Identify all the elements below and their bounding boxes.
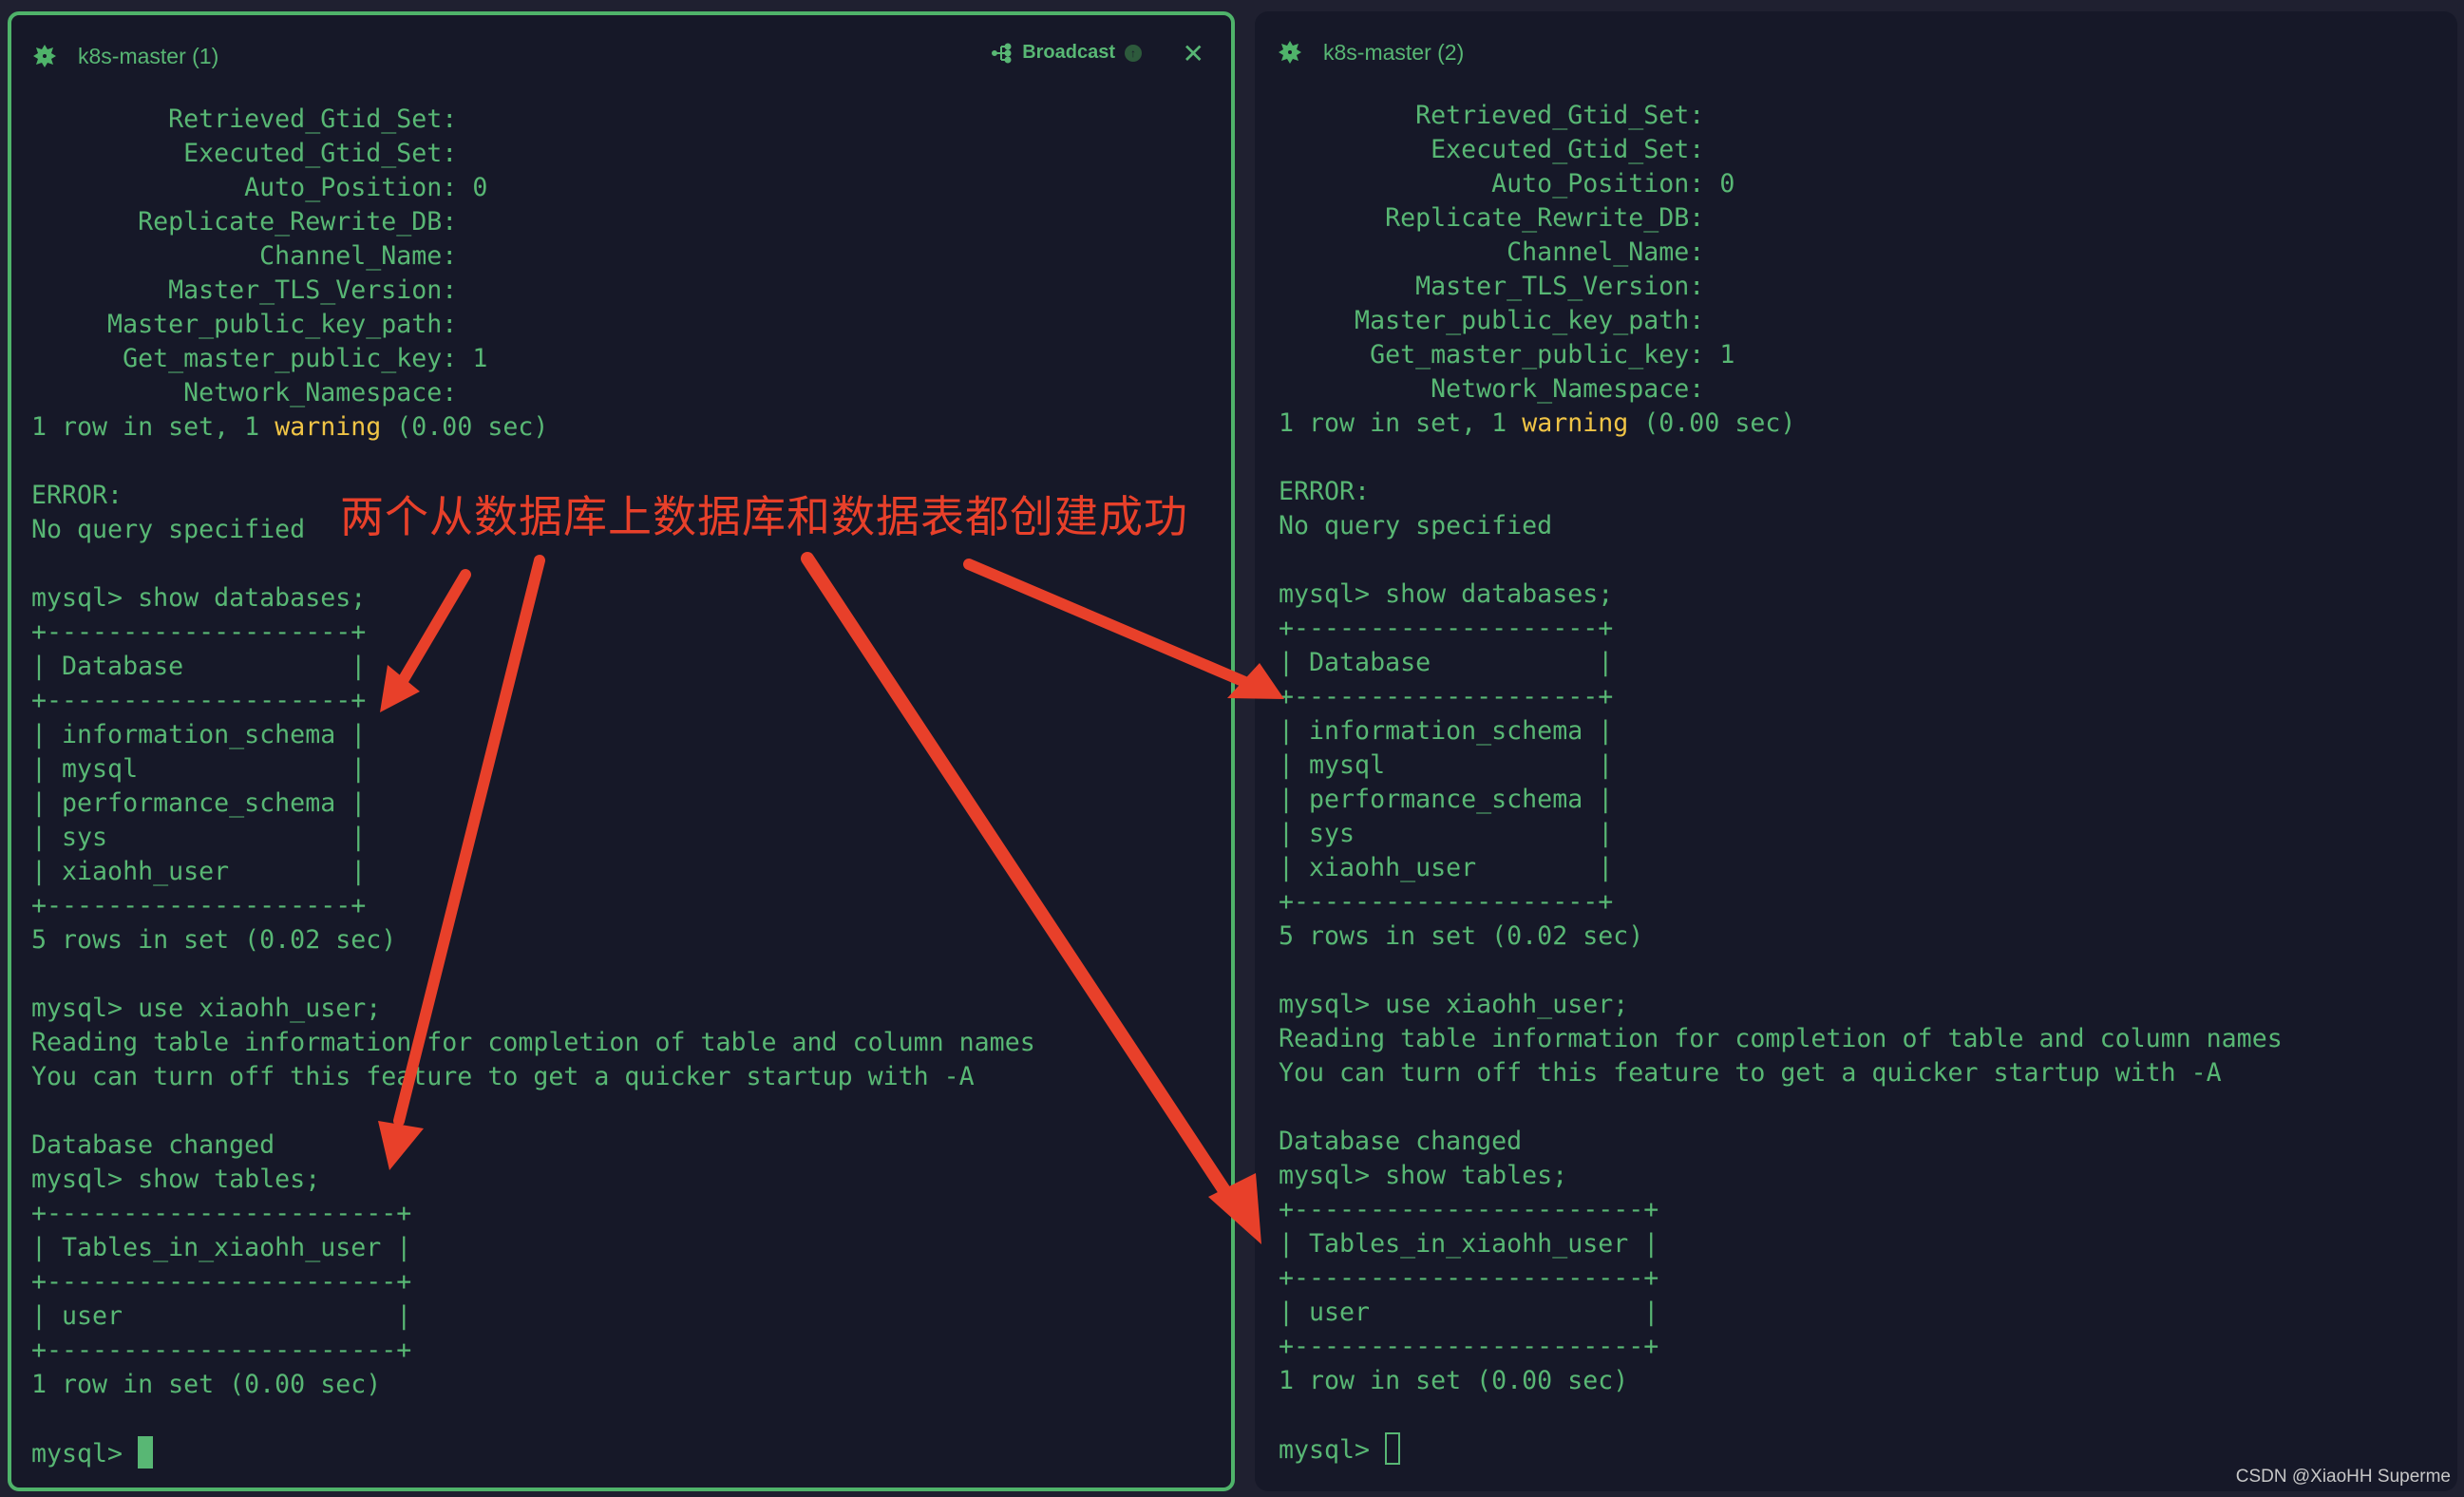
- terminal-line: Master_TLS_Version:: [1279, 272, 1705, 301]
- terminal-line: Auto_Position: 0: [1279, 169, 1735, 199]
- terminal-line: | sys |: [31, 823, 367, 852]
- warning-text: warning: [275, 412, 382, 442]
- terminal-line: +--------------------+: [31, 891, 367, 920]
- terminal-line: No query specified: [1279, 511, 1553, 540]
- terminal-line: +-----------------------+: [1279, 1332, 1659, 1361]
- terminal-line: Master_public_key_path:: [1279, 306, 1705, 335]
- broadcast-label: Broadcast: [1022, 42, 1115, 63]
- terminal-line: | Tables_in_xiaohh_user |: [1279, 1229, 1659, 1259]
- terminal-line: | information_schema |: [31, 720, 367, 749]
- terminal-line: 1 row in set, 1 warning (0.00 sec): [1279, 408, 1796, 438]
- terminal-line: mysql> show tables;: [1279, 1161, 1568, 1190]
- terminal-line: Get_master_public_key: 1: [1279, 340, 1735, 370]
- terminal-line: mysql> show databases;: [31, 583, 367, 613]
- terminal-line: | Tables_in_xiaohh_user |: [31, 1233, 412, 1262]
- terminal-cursor: [138, 1436, 154, 1469]
- terminal-line: Master_public_key_path:: [31, 310, 458, 339]
- terminal-line: Database changed: [31, 1130, 275, 1160]
- terminal-line: ERROR:: [1279, 477, 1371, 506]
- terminal-line: Executed_Gtid_Set:: [1279, 135, 1705, 164]
- terminal-line: You can turn off this feature to get a q…: [1279, 1058, 2222, 1088]
- watermark: CSDN @XiaoHH Superme: [2235, 1467, 2451, 1487]
- terminal-line: | performance_schema |: [31, 788, 367, 818]
- terminal-line: +--------------------+: [31, 617, 367, 647]
- terminal-line: Retrieved_Gtid_Set:: [1279, 101, 1705, 130]
- terminal-line: +-----------------------+: [1279, 1263, 1659, 1293]
- terminal-line: | mysql |: [1279, 750, 1614, 780]
- terminal-line: 1 row in set (0.00 sec): [1279, 1366, 1629, 1395]
- terminal-line: mysql>: [31, 1436, 1035, 1471]
- terminal-line: +-----------------------+: [31, 1267, 412, 1297]
- gear-icon: [33, 45, 56, 67]
- pane-title: k8s-master (2): [1323, 40, 1465, 65]
- terminal-line: | mysql |: [31, 754, 367, 784]
- terminal-line: +-----------------------+: [31, 1199, 412, 1228]
- terminal-line: | user |: [1279, 1298, 1659, 1327]
- terminal-line: Executed_Gtid_Set:: [31, 139, 458, 168]
- terminal-line: Network_Namespace:: [31, 378, 458, 407]
- terminal-line: Database changed: [1279, 1127, 1523, 1156]
- terminal-line: +--------------------+: [31, 686, 367, 715]
- terminal-line: Channel_Name:: [1279, 237, 1705, 267]
- terminal-line: 5 rows in set (0.02 sec): [31, 925, 397, 955]
- terminal-line: Master_TLS_Version:: [31, 275, 458, 305]
- terminal-line: +--------------------+: [1279, 682, 1614, 711]
- terminal-line: Reading table information for completion…: [31, 1028, 1035, 1057]
- terminal-line: | user |: [31, 1301, 412, 1331]
- gear-icon: [1279, 41, 1301, 64]
- terminal-line: mysql> show databases;: [1279, 579, 1614, 609]
- terminal-line: mysql> show tables;: [31, 1165, 321, 1194]
- terminal-line: mysql> use xiaohh_user;: [1279, 990, 1629, 1019]
- terminal-line: 1 row in set (0.00 sec): [31, 1370, 382, 1399]
- terminal-line: You can turn off this feature to get a q…: [31, 1062, 975, 1091]
- pane-header: k8s-master (1) Broadcast ↑ ✕: [11, 38, 1231, 76]
- terminal-line: Get_master_public_key: 1: [31, 344, 488, 373]
- terminal-line: Channel_Name:: [31, 241, 458, 271]
- close-icon[interactable]: ✕: [1183, 38, 1204, 69]
- terminal-line: | information_schema |: [1279, 716, 1614, 746]
- terminal-line: +--------------------+: [1279, 887, 1614, 917]
- terminal-line: | sys |: [1279, 819, 1614, 848]
- broadcast-icon: [992, 43, 1012, 63]
- terminal-pane-1[interactable]: k8s-master (1) Broadcast ↑ ✕ Retrieved_G…: [8, 11, 1235, 1491]
- terminal-output[interactable]: Retrieved_Gtid_Set: Executed_Gtid_Set: A…: [1279, 99, 2283, 1468]
- terminal-line: | xiaohh_user |: [31, 857, 367, 886]
- terminal-line: +-----------------------+: [31, 1336, 412, 1365]
- terminal-line: 1 row in set, 1 warning (0.00 sec): [31, 412, 549, 442]
- terminal-line: Reading table information for completion…: [1279, 1024, 2283, 1053]
- terminal-line: mysql>: [1279, 1432, 2283, 1468]
- terminal-line: | Database |: [1279, 648, 1614, 677]
- terminal-line: mysql> use xiaohh_user;: [31, 994, 382, 1023]
- terminal-line: 5 rows in set (0.02 sec): [1279, 921, 1644, 951]
- terminal-line: Retrieved_Gtid_Set:: [31, 104, 458, 134]
- terminal-line: | Database |: [31, 652, 367, 681]
- terminal-line: +-----------------------+: [1279, 1195, 1659, 1224]
- terminal-line: Auto_Position: 0: [31, 173, 488, 202]
- annotation-text: 两个从数据库上数据库和数据表都创建成功: [340, 491, 1188, 542]
- terminal-line: +--------------------+: [1279, 614, 1614, 643]
- terminal-output[interactable]: Retrieved_Gtid_Set: Executed_Gtid_Set: A…: [31, 103, 1035, 1471]
- arrow-up-icon[interactable]: ↑: [1125, 44, 1142, 62]
- terminal-pane-2[interactable]: k8s-master (2) Retrieved_Gtid_Set: Execu…: [1255, 11, 2457, 1491]
- pane-header: k8s-master (2): [1255, 34, 2457, 72]
- terminal-line: | xiaohh_user |: [1279, 853, 1614, 882]
- broadcast-button[interactable]: Broadcast ↑: [992, 42, 1142, 64]
- terminal-line: | performance_schema |: [1279, 785, 1614, 814]
- terminal-line: Replicate_Rewrite_DB:: [1279, 203, 1705, 233]
- terminal-line: Replicate_Rewrite_DB:: [31, 207, 458, 237]
- warning-text: warning: [1522, 408, 1629, 438]
- pane-title: k8s-master (1): [78, 44, 219, 68]
- terminal-cursor: [1385, 1432, 1401, 1465]
- terminal-line: Network_Namespace:: [1279, 374, 1705, 404]
